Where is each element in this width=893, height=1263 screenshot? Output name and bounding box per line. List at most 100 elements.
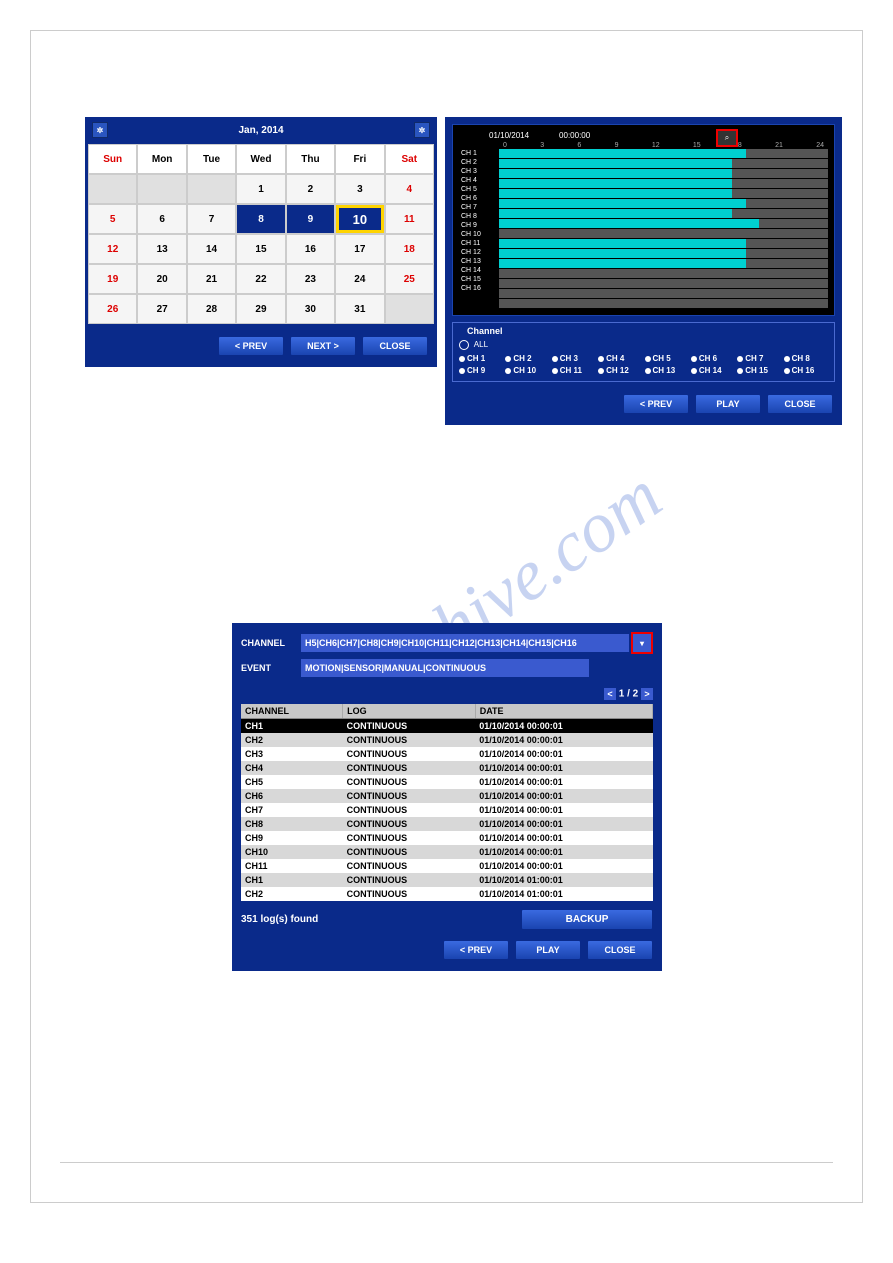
calendar-day[interactable]: 30 (286, 294, 335, 324)
calendar-prev-button[interactable]: < PREV (218, 336, 284, 356)
calendar-day[interactable]: 8 (236, 204, 285, 234)
table-cell: CONTINUOUS (343, 761, 476, 775)
calendar-settings-right-icon[interactable]: ✲ (414, 122, 430, 138)
calendar-day[interactable]: 3 (335, 174, 384, 204)
table-cell: CH5 (241, 775, 343, 789)
timeline-row[interactable] (499, 199, 828, 209)
timeline-row[interactable] (499, 239, 828, 249)
table-row[interactable]: CH8CONTINUOUS01/10/2014 00:00:01 (241, 817, 653, 831)
calendar-day[interactable]: 1 (236, 174, 285, 204)
calendar-day[interactable]: 10 (335, 204, 384, 234)
channel-option[interactable]: CH 1 (459, 354, 503, 363)
calendar-day[interactable]: 28 (187, 294, 236, 324)
timeline-close-button[interactable]: CLOSE (767, 394, 833, 414)
timeline-row[interactable] (499, 299, 828, 309)
timeline-prev-button[interactable]: < PREV (623, 394, 689, 414)
channel-option[interactable]: CH 12 (598, 366, 642, 375)
table-row[interactable]: CH10CONTINUOUS01/10/2014 00:00:01 (241, 845, 653, 859)
calendar-day[interactable]: 9 (286, 204, 335, 234)
calendar-close-button[interactable]: CLOSE (362, 336, 428, 356)
timeline-row[interactable] (499, 259, 828, 269)
calendar-day[interactable]: 17 (335, 234, 384, 264)
timeline-row[interactable] (499, 189, 828, 199)
calendar-day[interactable]: 26 (88, 294, 137, 324)
timeline-row[interactable] (499, 249, 828, 259)
log-column-header[interactable]: CHANNEL (241, 704, 343, 719)
channel-option[interactable]: CH 2 (505, 354, 549, 363)
calendar-day[interactable]: 24 (335, 264, 384, 294)
calendar-day[interactable]: 5 (88, 204, 137, 234)
calendar-day[interactable]: 15 (236, 234, 285, 264)
table-row[interactable]: CH11CONTINUOUS01/10/2014 00:00:01 (241, 859, 653, 873)
channel-option[interactable]: CH 15 (737, 366, 781, 375)
channel-all-option[interactable]: ALL (459, 340, 828, 350)
calendar-day[interactable]: 13 (137, 234, 186, 264)
calendar-next-button[interactable]: NEXT > (290, 336, 356, 356)
channel-option[interactable]: CH 6 (691, 354, 735, 363)
table-row[interactable]: CH2CONTINUOUS01/10/2014 01:00:01 (241, 887, 653, 901)
table-row[interactable]: CH3CONTINUOUS01/10/2014 00:00:01 (241, 747, 653, 761)
timeline-row[interactable] (499, 279, 828, 289)
calendar-day[interactable]: 7 (187, 204, 236, 234)
page-prev-button[interactable]: < (604, 688, 616, 700)
table-row[interactable]: CH7CONTINUOUS01/10/2014 00:00:01 (241, 803, 653, 817)
calendar-day[interactable]: 27 (137, 294, 186, 324)
log-play-button[interactable]: PLAY (515, 940, 581, 960)
calendar-day[interactable]: 12 (88, 234, 137, 264)
log-column-header[interactable]: LOG (343, 704, 476, 719)
calendar-day[interactable]: 23 (286, 264, 335, 294)
calendar-day[interactable]: 22 (236, 264, 285, 294)
calendar-settings-left-icon[interactable]: ✲ (92, 122, 108, 138)
calendar-day[interactable]: 11 (385, 204, 434, 234)
calendar-day[interactable]: 4 (385, 174, 434, 204)
channel-option[interactable]: CH 13 (645, 366, 689, 375)
channel-option[interactable]: CH 8 (784, 354, 828, 363)
timeline-row[interactable] (499, 209, 828, 219)
channel-option[interactable]: CH 11 (552, 366, 596, 375)
timeline-row[interactable] (499, 289, 828, 299)
channel-option[interactable]: CH 16 (784, 366, 828, 375)
page-next-button[interactable]: > (641, 688, 653, 700)
calendar-day[interactable]: 2 (286, 174, 335, 204)
calendar-day[interactable]: 31 (335, 294, 384, 324)
table-row[interactable]: CH4CONTINUOUS01/10/2014 00:00:01 (241, 761, 653, 775)
timeline-row[interactable] (499, 149, 828, 159)
calendar-day[interactable]: 25 (385, 264, 434, 294)
channel-option[interactable]: CH 4 (598, 354, 642, 363)
log-channel-dropdown-icon[interactable]: ▾ (631, 632, 653, 654)
calendar-day[interactable]: 6 (137, 204, 186, 234)
log-close-button[interactable]: CLOSE (587, 940, 653, 960)
calendar-day[interactable]: 20 (137, 264, 186, 294)
channel-option[interactable]: CH 5 (645, 354, 689, 363)
timeline-play-button[interactable]: PLAY (695, 394, 761, 414)
timeline-row[interactable] (499, 219, 828, 229)
channel-option[interactable]: CH 7 (737, 354, 781, 363)
log-channel-field[interactable]: H5|CH6|CH7|CH8|CH9|CH10|CH11|CH12|CH13|C… (301, 634, 629, 652)
backup-button[interactable]: BACKUP (521, 909, 653, 930)
table-row[interactable]: CH6CONTINUOUS01/10/2014 00:00:01 (241, 789, 653, 803)
channel-option[interactable]: CH 10 (505, 366, 549, 375)
channel-option[interactable]: CH 14 (691, 366, 735, 375)
timeline-row[interactable] (499, 269, 828, 279)
table-row[interactable]: CH2CONTINUOUS01/10/2014 00:00:01 (241, 733, 653, 747)
table-row[interactable]: CH1CONTINUOUS01/10/2014 01:00:01 (241, 873, 653, 887)
calendar-day[interactable]: 21 (187, 264, 236, 294)
calendar-day[interactable]: 18 (385, 234, 434, 264)
channel-option[interactable]: CH 9 (459, 366, 503, 375)
log-event-field[interactable]: MOTION|SENSOR|MANUAL|CONTINUOUS (301, 659, 589, 677)
calendar-day[interactable]: 16 (286, 234, 335, 264)
calendar-day[interactable]: 19 (88, 264, 137, 294)
timeline-search-icon[interactable]: ⌕ (716, 129, 738, 147)
log-prev-button[interactable]: < PREV (443, 940, 509, 960)
table-row[interactable]: CH1CONTINUOUS01/10/2014 00:00:01 (241, 719, 653, 734)
timeline-row[interactable] (499, 229, 828, 239)
table-row[interactable]: CH5CONTINUOUS01/10/2014 00:00:01 (241, 775, 653, 789)
timeline-row[interactable] (499, 159, 828, 169)
timeline-row[interactable] (499, 169, 828, 179)
calendar-day[interactable]: 14 (187, 234, 236, 264)
calendar-day[interactable]: 29 (236, 294, 285, 324)
table-row[interactable]: CH9CONTINUOUS01/10/2014 00:00:01 (241, 831, 653, 845)
timeline-row[interactable] (499, 179, 828, 189)
log-column-header[interactable]: DATE (475, 704, 652, 719)
channel-option[interactable]: CH 3 (552, 354, 596, 363)
